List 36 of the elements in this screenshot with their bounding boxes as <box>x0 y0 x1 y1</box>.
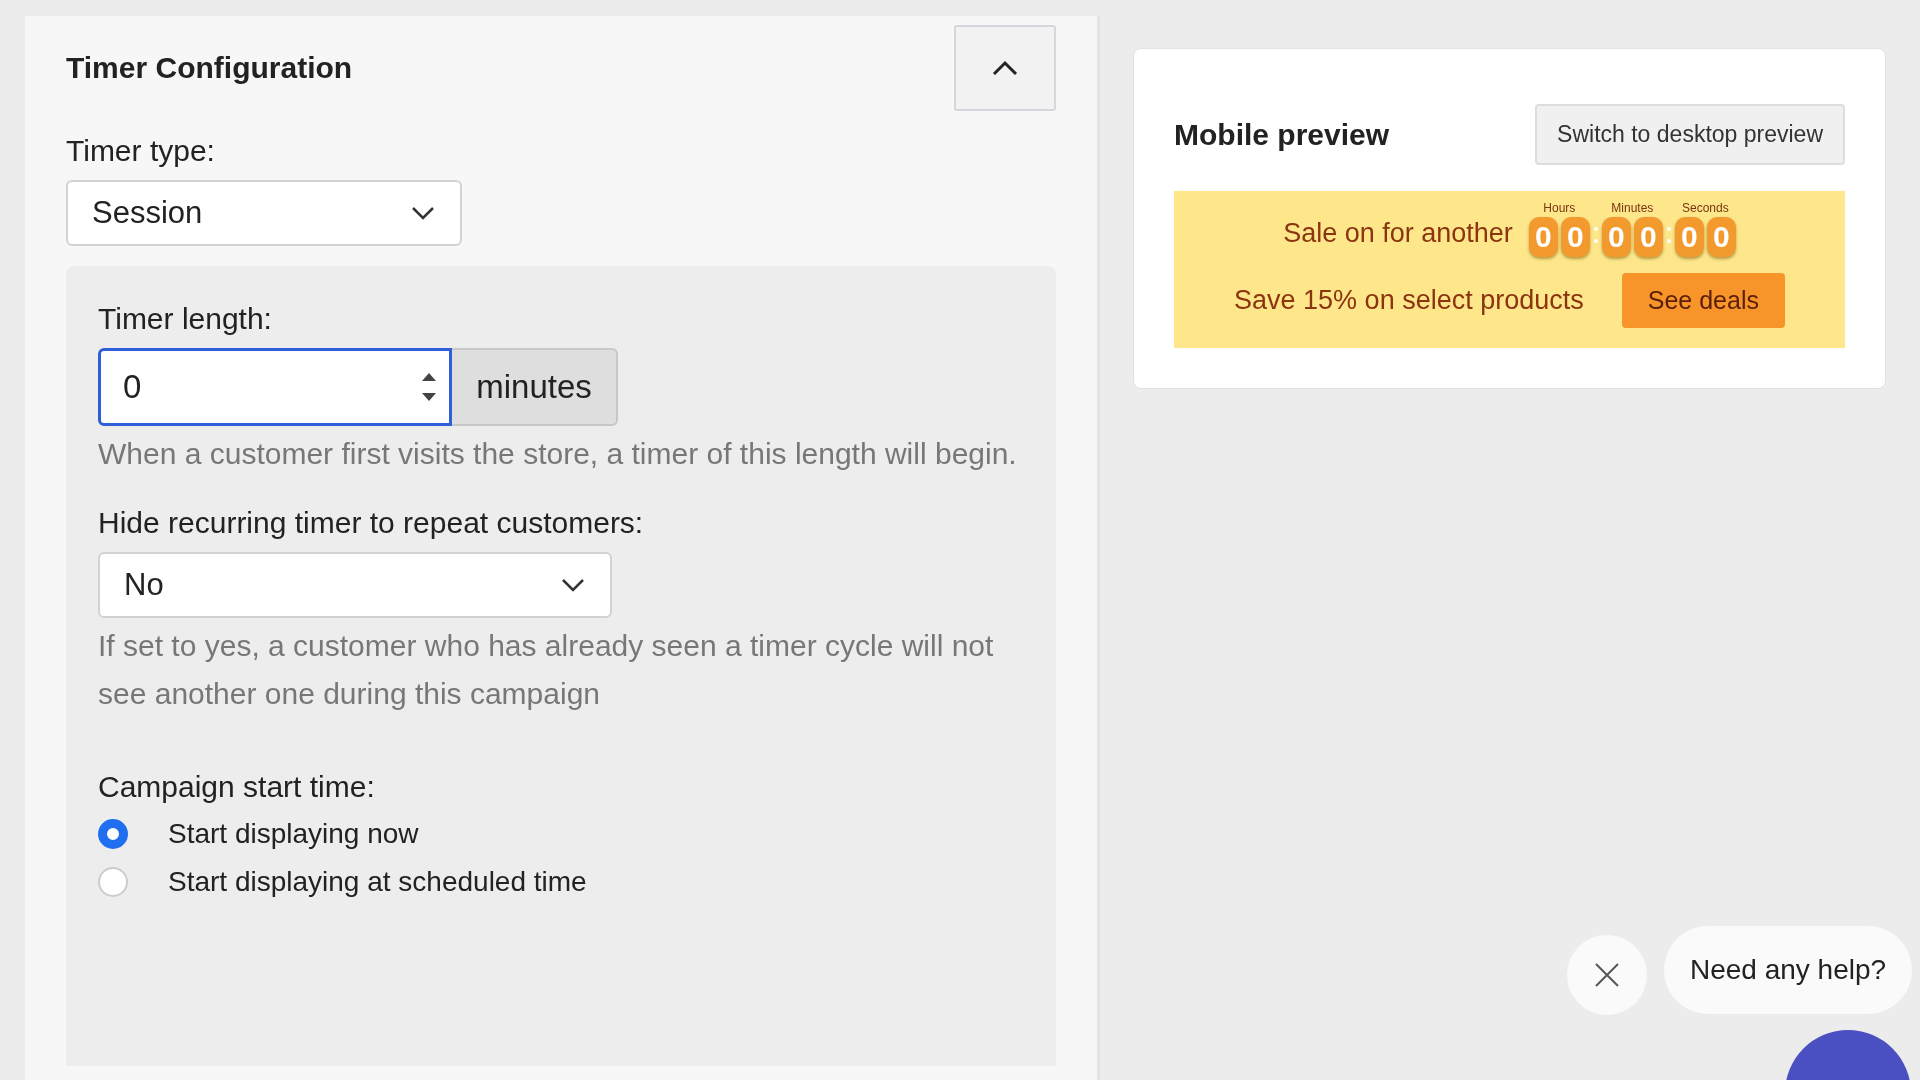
timer-digit: 0 <box>1706 217 1736 257</box>
radio-label[interactable]: Start displaying now <box>168 818 419 850</box>
timer-length-input[interactable]: 0 <box>98 348 452 426</box>
chevron-down-icon <box>560 577 586 593</box>
timer-digit: 0 <box>1560 217 1590 257</box>
close-icon <box>1594 962 1620 988</box>
preview-title: Mobile preview <box>1174 117 1390 152</box>
timer-digit: 0 <box>1674 217 1704 257</box>
help-text: When a customer first visits the store, a timer of this length will begin. <box>98 436 1018 472</box>
unit-label: Minutes <box>1611 201 1654 215</box>
colon-separator-icon <box>1666 227 1671 243</box>
see-deals-button[interactable]: See deals <box>1621 273 1785 328</box>
timer-type-select[interactable]: Session <box>66 180 462 246</box>
unit-label: minutes <box>452 348 618 426</box>
field-label: Timer type: <box>66 134 216 168</box>
switch-preview-button[interactable]: Switch to desktop preview <box>1535 104 1845 165</box>
offer-text: Save 15% on select products <box>1234 285 1584 316</box>
chevron-icon <box>990 58 1020 78</box>
radio-button[interactable] <box>98 819 128 849</box>
countdown-text: Sale on for another <box>1283 218 1513 249</box>
radio-button[interactable] <box>98 867 128 897</box>
help-text: If set to yes, a customer who has already seen a timer cycle will not see another one during this campaign <box>98 628 995 712</box>
colon-separator-icon <box>1593 227 1598 243</box>
section-title: Timer Configuration <box>66 51 353 85</box>
help-bubble[interactable]: Need any help? <box>1664 926 1912 1014</box>
field-label: Hide recurring timer to repeat customers: <box>98 506 645 540</box>
field-label: Timer length: <box>98 302 273 336</box>
chevron-down-icon <box>410 205 436 221</box>
timer-digit: 0 <box>1633 217 1663 257</box>
unit-label: Hours <box>1543 201 1576 215</box>
unit-label: Seconds <box>1681 201 1729 215</box>
timer-digit: 0 <box>1601 217 1631 257</box>
timer-digit: 0 <box>1528 217 1558 257</box>
radio-label[interactable]: Start displaying at scheduled time <box>168 866 587 898</box>
hide-recurring-select[interactable]: No <box>98 552 612 618</box>
field-label: Campaign start time: <box>98 770 376 804</box>
